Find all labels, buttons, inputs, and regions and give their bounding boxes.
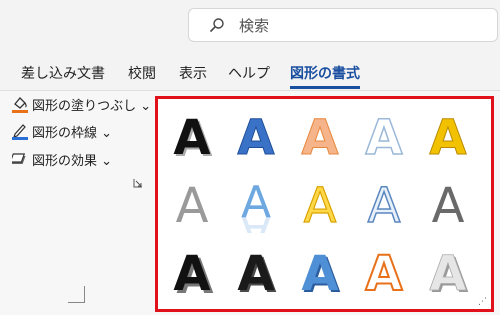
wordart-style-orange-outline[interactable]: A [352, 243, 416, 301]
shape-fill-button[interactable]: 図形の塗りつぶし ⌄ [12, 95, 151, 114]
wordart-style-silver-shadow[interactable]: AA [416, 243, 480, 301]
wordart-letter: A [429, 110, 466, 165]
wordart-style-blue-bevel[interactable]: A [224, 107, 288, 166]
wordart-style-orange-gradient[interactable]: A [288, 107, 352, 166]
wordart-style-dark-gray-gradient[interactable]: A [416, 175, 480, 233]
search-placeholder: 検索 [239, 17, 270, 35]
tab-shape-format[interactable]: 図形の書式 [290, 63, 360, 83]
wordart-letter: A [365, 246, 402, 301]
wordart-letter: A [301, 246, 338, 301]
pen-outline-icon [12, 124, 28, 140]
wordart-letter: A [365, 110, 402, 165]
wordart-letter: A [173, 246, 210, 301]
shape-effects-icon [9, 153, 26, 164]
chevron-down-icon: ⌄ [101, 154, 113, 169]
wordart-letter: A [301, 110, 338, 165]
shape-effects-label: 図形の効果 [32, 154, 98, 169]
ribbon-tabs: 差し込み文書 校閲 表示 ヘルプ 図形の書式 [0, 56, 500, 90]
shape-fill-label: 図形の塗りつぶし [32, 99, 137, 114]
active-tab-indicator [290, 86, 360, 89]
wordart-letter: A [432, 178, 465, 233]
wordart-style-blue-reflection[interactable]: AA [224, 175, 288, 233]
tab-help[interactable]: ヘルプ [228, 63, 270, 83]
tab-mailings[interactable]: 差し込み文書 [21, 63, 105, 83]
search-box[interactable]: 検索 [188, 8, 498, 42]
wordart-letter: A [237, 110, 274, 165]
title-bar: 検索 [0, 0, 500, 56]
shape-outline-button[interactable]: 図形の枠線 ⌄ [12, 122, 112, 141]
dialog-launcher-icon[interactable] [133, 178, 143, 188]
shape-outline-label: 図形の枠線 [32, 126, 98, 141]
shape-effects-button[interactable]: 図形の効果 ⌄ [9, 150, 113, 169]
chevron-down-icon: ⌄ [140, 99, 152, 114]
wordart-letter: A [429, 246, 466, 301]
tab-review[interactable]: 校閲 [128, 63, 156, 83]
wordart-letter: A [176, 178, 209, 233]
wordart-style-blue-3d[interactable]: AA [288, 243, 352, 301]
wordart-letter: A [237, 246, 274, 301]
wordart-style-black-shadow[interactable]: AA [160, 107, 224, 165]
wordart-style-gold-bevel[interactable]: A [416, 107, 480, 166]
tab-view[interactable]: 表示 [179, 63, 207, 83]
wordart-style-gold-outline[interactable]: A [288, 175, 352, 233]
wordart-letter: A [304, 178, 337, 233]
paint-bucket-icon [12, 97, 28, 113]
wordart-letter: A [173, 110, 210, 165]
gallery-resize-handle[interactable]: ⋰ [478, 297, 487, 307]
search-icon [209, 18, 224, 33]
chevron-down-icon: ⌄ [101, 126, 113, 141]
page-corner-mark [68, 286, 85, 303]
wordart-style-black-3d[interactable]: AA [224, 243, 288, 301]
wordart-style-outline-light-blue[interactable]: A [352, 107, 416, 165]
wordart-styles-gallery: AA A A A A A AA A A A AA AA AA A AA ⋰ [155, 96, 494, 312]
wordart-style-black-3d-shadow[interactable]: AA [160, 243, 224, 301]
wordart-letter: A [368, 178, 401, 233]
wordart-letter: A [241, 206, 271, 233]
wordart-style-light-blue-outline[interactable]: A [352, 175, 416, 233]
wordart-style-gray-gradient[interactable]: A [160, 175, 224, 233]
